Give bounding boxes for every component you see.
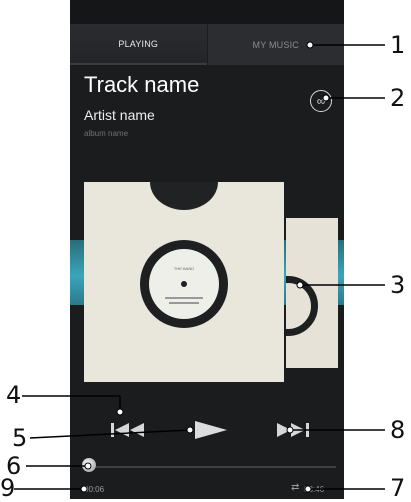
callout-2: 2 xyxy=(390,84,406,112)
callout-5: 5 xyxy=(12,424,28,452)
infinite-icon: ∞ xyxy=(316,94,326,108)
seek-bar-thumb[interactable] xyxy=(82,458,96,472)
elapsed-time: 00:06 xyxy=(84,485,105,494)
skip-previous-icon xyxy=(111,423,144,437)
music-player-screen: PLAYING MY MUSIC Track name Artist name … xyxy=(70,0,344,499)
next-button[interactable] xyxy=(273,420,313,440)
track-duration: 03:46 xyxy=(304,485,325,494)
callout-8: 8 xyxy=(390,416,406,444)
tab-playing[interactable]: PLAYING xyxy=(70,24,207,65)
status-bar xyxy=(70,0,344,24)
callout-7: 7 xyxy=(390,474,406,502)
tab-bar: PLAYING MY MUSIC xyxy=(70,24,344,65)
repeat-icon[interactable]: ⇄ xyxy=(291,482,299,493)
skip-next-icon xyxy=(277,423,309,437)
callout-9: 9 xyxy=(0,474,16,502)
album-name: album name xyxy=(84,129,129,138)
artist-name: Artist name xyxy=(84,107,155,123)
play-button[interactable] xyxy=(191,419,231,441)
callout-1: 1 xyxy=(390,31,406,59)
album-art-area: THE BAND xyxy=(70,182,344,382)
play-icon xyxy=(195,421,227,439)
track-name: Track name xyxy=(84,72,200,97)
tab-my-music[interactable]: MY MUSIC xyxy=(206,24,344,65)
seek-bar[interactable] xyxy=(86,466,336,468)
infinite-button[interactable]: ∞ xyxy=(310,90,332,112)
callout-4: 4 xyxy=(6,381,22,409)
previous-button[interactable] xyxy=(110,420,150,440)
callout-3: 3 xyxy=(390,271,406,299)
album-art[interactable]: THE BAND xyxy=(84,182,284,382)
next-album-art[interactable] xyxy=(286,218,338,368)
vinyl-label-title: THE BAND xyxy=(173,266,195,271)
